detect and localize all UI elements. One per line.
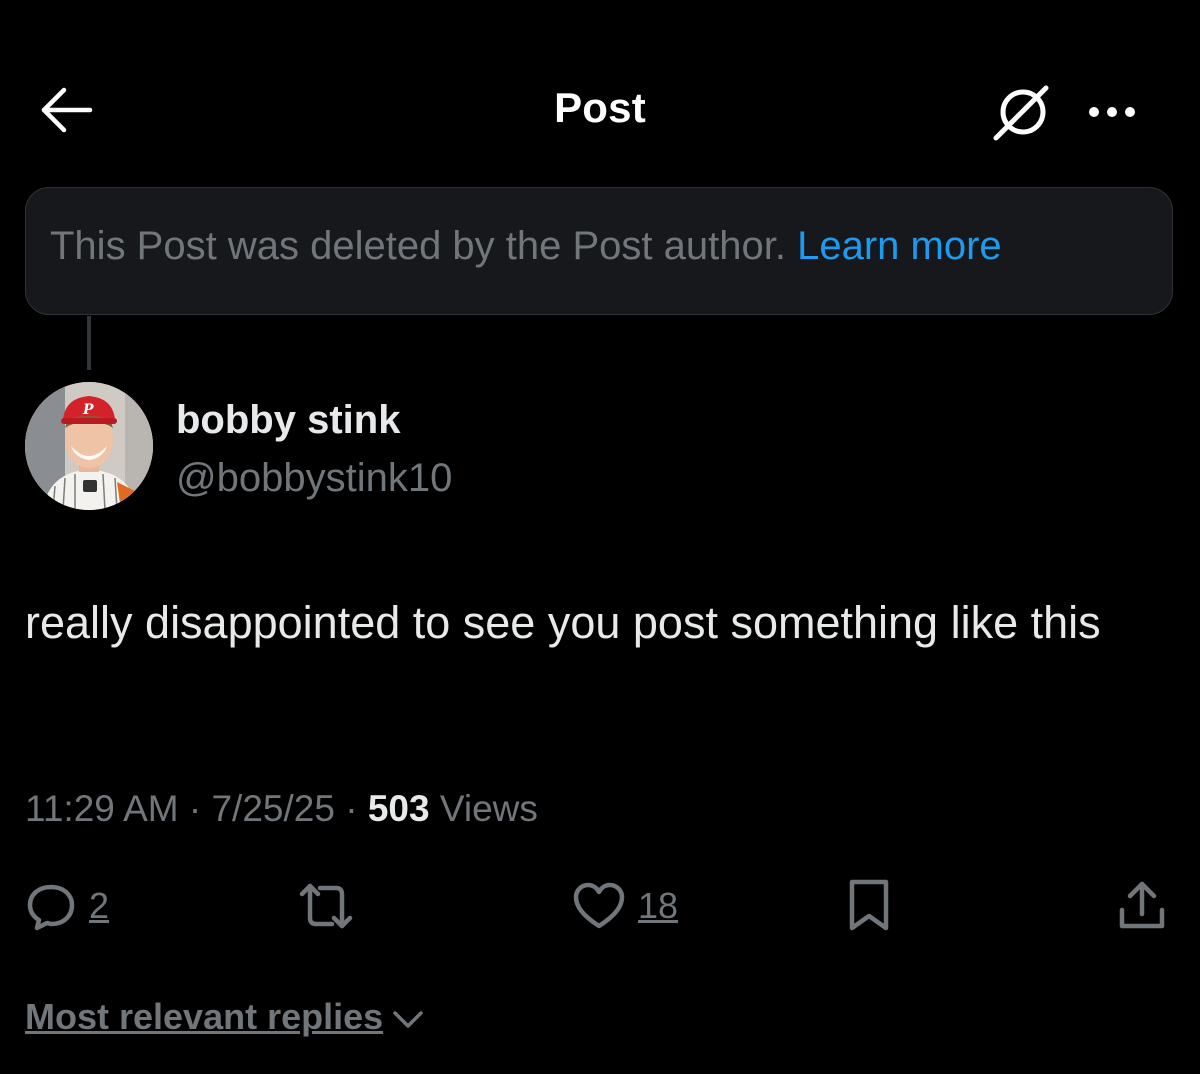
grok-button[interactable] — [990, 82, 1056, 142]
post-text: really disappointed to see you post some… — [25, 597, 1101, 648]
grok-icon — [993, 85, 1049, 141]
like-count: 18 — [638, 885, 679, 926]
replies-sort-dropdown[interactable]: Most relevant replies — [25, 996, 425, 1038]
post-meta: 11:29 AM · 7/25/25 · 503 Views — [25, 788, 538, 830]
deleted-post-notice: This Post was deleted by the Post author… — [25, 187, 1173, 315]
deleted-notice-text: This Post was deleted by the Post author… — [50, 224, 1002, 269]
repost-button[interactable] — [296, 878, 368, 934]
post-date: 7/25/25 — [211, 788, 335, 829]
reply-count: 2 — [89, 885, 110, 926]
views-count: 503 — [367, 788, 430, 829]
svg-text:P: P — [82, 402, 94, 418]
more-options-button[interactable] — [1082, 92, 1142, 132]
bookmark-icon — [849, 879, 889, 931]
reply-button[interactable]: 2 — [25, 878, 109, 934]
like-button[interactable]: 18 — [572, 878, 678, 934]
deleted-notice-message: This Post was deleted by the Post author… — [50, 224, 786, 268]
profile-photo: P — [25, 382, 153, 510]
replies-sort-label: Most relevant replies — [25, 996, 384, 1037]
avatar[interactable]: P — [25, 382, 153, 510]
heart-icon — [573, 882, 625, 929]
post-time: 11:29 AM — [25, 788, 179, 829]
learn-more-link[interactable]: Learn more — [797, 224, 1002, 268]
reply-icon — [27, 884, 75, 931]
more-dots-icon — [1089, 107, 1135, 117]
meta-separator: · — [188, 788, 202, 829]
meta-separator: · — [345, 788, 358, 829]
views-label: Views — [439, 788, 538, 829]
author-handle[interactable]: @bobbystink10 — [176, 456, 452, 501]
top-bar: Post — [0, 0, 1200, 170]
thread-connector-line — [87, 316, 91, 370]
share-button[interactable] — [1116, 878, 1168, 934]
share-icon — [1119, 881, 1165, 929]
bookmark-button[interactable] — [846, 878, 892, 934]
repost-icon — [299, 883, 353, 929]
author-display-name[interactable]: bobby stink — [176, 398, 400, 443]
chevron-down-icon — [393, 1011, 423, 1028]
